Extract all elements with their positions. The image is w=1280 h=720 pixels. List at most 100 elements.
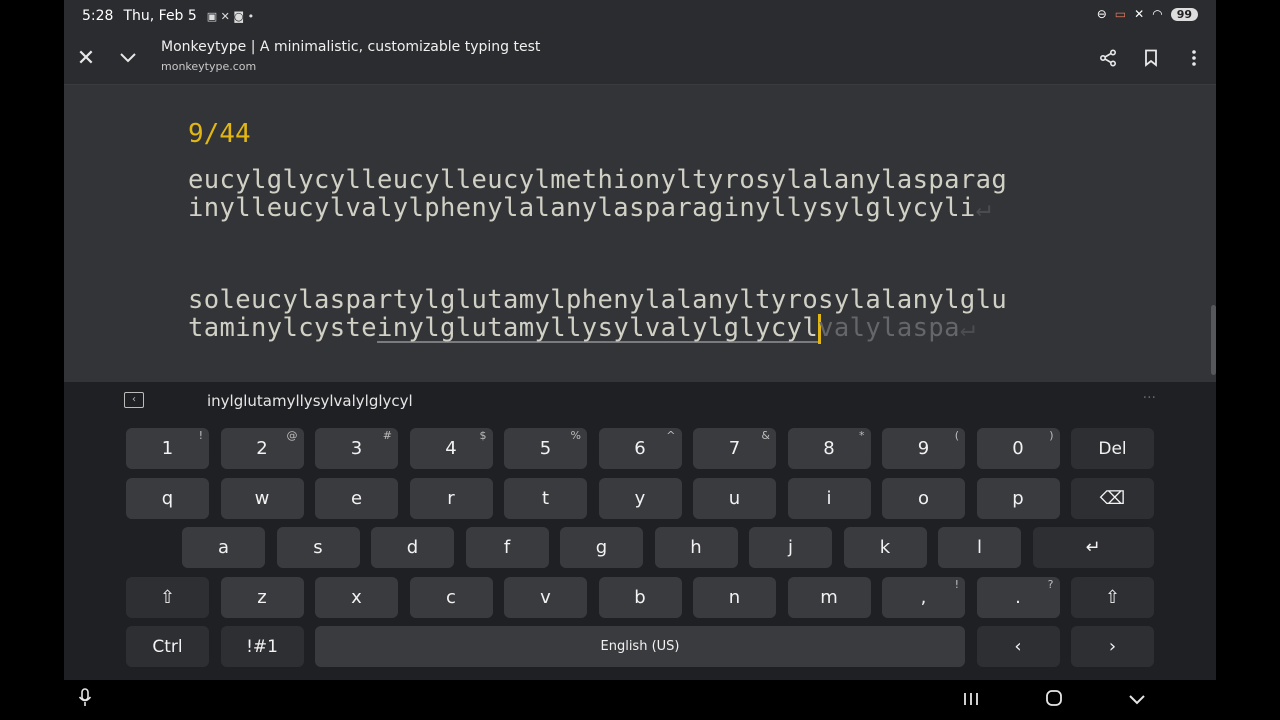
status-bar: 5:28 Thu, Feb 5 ▣ ✕ ◙ • ⊖ ▭ ✕ ◠ 99 xyxy=(64,0,1216,32)
shift-key[interactable]: ⇧ xyxy=(1071,577,1154,618)
key-d[interactable]: d xyxy=(371,527,454,568)
ctrl-key[interactable]: Ctrl xyxy=(126,626,209,667)
key-e[interactable]: e xyxy=(315,478,398,519)
key-z[interactable]: z xyxy=(220,577,304,618)
key-label: Del xyxy=(1098,438,1127,459)
symbols-key[interactable]: !#1 xyxy=(220,626,304,667)
key-o[interactable]: o xyxy=(882,478,965,519)
cursor-left-key[interactable]: ‹ xyxy=(976,626,1060,667)
shift-key[interactable]: ⇧ xyxy=(126,577,209,618)
enter-key[interactable]: ↵ xyxy=(1032,527,1154,568)
key-x[interactable]: x xyxy=(315,577,398,618)
key-label: i xyxy=(826,488,832,509)
key-secondary-label: @ xyxy=(286,429,298,442)
key-label: j xyxy=(787,537,793,558)
key-label: , xyxy=(920,587,927,608)
close-icon[interactable]: ✕ xyxy=(70,42,102,74)
scrollbar[interactable] xyxy=(1211,305,1216,375)
key-n[interactable]: n xyxy=(693,577,776,618)
key-3[interactable]: 3 # xyxy=(315,428,398,469)
newline-marker: ↵ xyxy=(959,313,976,343)
comma-key[interactable]: ,! xyxy=(882,577,965,618)
key-r[interactable]: r xyxy=(409,478,493,519)
mic-icon[interactable] xyxy=(78,688,92,713)
more-suggestions-icon[interactable]: ··· xyxy=(1143,390,1156,406)
current-word: inylglutamyllysylvalylglycyl xyxy=(377,313,819,343)
key-2[interactable]: 2 @ xyxy=(220,428,304,469)
key-9[interactable]: 9( xyxy=(882,428,965,469)
key-label: k xyxy=(879,537,891,558)
key-c[interactable]: c xyxy=(409,577,493,618)
key-i[interactable]: i xyxy=(787,478,871,519)
bookmark-icon[interactable] xyxy=(1135,42,1167,74)
key-u[interactable]: u xyxy=(693,478,776,519)
key-secondary-label: ( xyxy=(954,429,959,442)
suggestion-word[interactable]: inylglutamyllysylvalylglycyl xyxy=(207,392,413,410)
key-label: f xyxy=(503,537,511,558)
key-0[interactable]: 0) xyxy=(976,428,1060,469)
key-label: x xyxy=(351,587,362,608)
key-v[interactable]: v xyxy=(504,577,587,618)
key-label: w xyxy=(254,488,270,509)
backspace-key[interactable]: ⌫ xyxy=(1071,478,1154,519)
upcoming-words: valylaspa xyxy=(818,313,960,343)
key-j[interactable]: j xyxy=(749,527,832,568)
key-label: v xyxy=(540,587,551,608)
key-4[interactable]: 4 $ xyxy=(409,428,493,469)
page-title: Monkeytype | A minimalistic, customizabl… xyxy=(161,39,541,55)
key-l[interactable]: l xyxy=(938,527,1021,568)
key-f[interactable]: f xyxy=(465,527,549,568)
key-a[interactable]: a xyxy=(182,527,265,568)
key-t[interactable]: t xyxy=(504,478,587,519)
key-label: ⇧ xyxy=(159,587,176,608)
key-q[interactable]: q xyxy=(126,478,209,519)
keyboard-collapse-icon[interactable]: ‹ xyxy=(124,392,144,408)
cursor-right-key[interactable]: › xyxy=(1071,626,1154,667)
key-label: 5 xyxy=(539,438,552,459)
key-label: 9 xyxy=(917,438,930,459)
key-5[interactable]: 5% xyxy=(504,428,587,469)
more-vert-icon[interactable] xyxy=(1178,42,1210,74)
chevron-down-icon[interactable] xyxy=(112,42,144,74)
key-1[interactable]: 1! xyxy=(126,428,209,469)
home-icon[interactable] xyxy=(1045,688,1063,712)
key-label: s xyxy=(313,537,323,558)
left-letterbox xyxy=(0,0,64,720)
period-key[interactable]: .? xyxy=(976,577,1060,618)
key-h[interactable]: h xyxy=(654,527,738,568)
hide-keyboard-icon[interactable] xyxy=(1128,688,1146,712)
words-line-2: inylleucylvalylphenylalanylasparaginylly… xyxy=(188,193,991,223)
key-label: m xyxy=(820,587,838,608)
key-b[interactable]: b xyxy=(598,577,682,618)
key-7[interactable]: 7 & xyxy=(693,428,776,469)
key-label: r xyxy=(447,488,455,509)
key-secondary-label: % xyxy=(570,429,581,442)
key-p[interactable]: p xyxy=(976,478,1060,519)
key-m[interactable]: m xyxy=(787,577,871,618)
key-k[interactable]: k xyxy=(843,527,927,568)
share-icon[interactable] xyxy=(1092,42,1124,74)
typing-test-area[interactable]: 9/44 eucylglycylleucylleucylmethionyltyr… xyxy=(64,85,1216,382)
key-secondary-label: ! xyxy=(954,578,959,591)
key-8[interactable]: 8 * xyxy=(787,428,871,469)
key-g[interactable]: g xyxy=(560,527,643,568)
key-label: ‹ xyxy=(1014,636,1022,657)
key-w[interactable]: w xyxy=(220,478,304,519)
key-6[interactable]: 6 ^ xyxy=(598,428,682,469)
custom-tab-header: ✕ Monkeytype | A minimalistic, customiza… xyxy=(64,32,1216,85)
right-letterbox xyxy=(1216,0,1280,720)
key-y[interactable]: y xyxy=(598,478,682,519)
key-s[interactable]: s xyxy=(276,527,360,568)
delete-key[interactable]: Del xyxy=(1071,428,1154,469)
key-label: p xyxy=(1012,488,1024,509)
key-label: ⇧ xyxy=(1104,587,1121,608)
words-line-3: soleucylaspartylglutamylphenylalanyltyro… xyxy=(188,285,1007,315)
typed-words: inylleucylvalylphenylalanylasparaginylly… xyxy=(188,193,976,223)
key-label: n xyxy=(728,587,741,608)
key-secondary-label: * xyxy=(859,429,865,442)
recent-apps-icon[interactable] xyxy=(962,688,980,712)
space-key[interactable]: English (US) xyxy=(315,626,965,667)
wifi-icon: ◠ xyxy=(1152,7,1163,21)
key-label: a xyxy=(217,537,230,558)
status-date: Thu, Feb 5 xyxy=(123,8,197,24)
